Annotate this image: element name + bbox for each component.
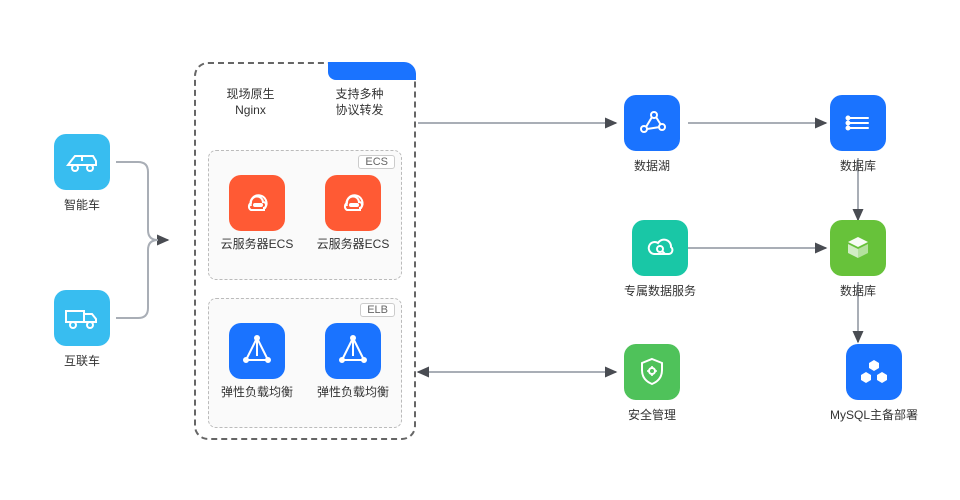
header-right: 支持多种协议转发 xyxy=(335,86,383,118)
center-cluster: 现场原生Nginx 支持多种协议转发 ECS 云服务器ECS xyxy=(194,62,416,440)
cloud-search-icon xyxy=(632,220,688,276)
ecs-icon xyxy=(325,175,381,231)
layers-icon xyxy=(830,95,886,151)
node-dataware: 数据库 xyxy=(830,95,886,174)
node-cloudsvc: 专属数据服务 xyxy=(624,220,696,299)
node-car: 智能车 xyxy=(54,134,110,213)
ecs-tag: ECS xyxy=(358,155,395,169)
ecs-b: 云服务器ECS xyxy=(317,175,390,252)
car-icon xyxy=(54,134,110,190)
truck-label: 互联车 xyxy=(54,352,110,369)
shield-gear-icon xyxy=(624,344,680,400)
cube-icon xyxy=(830,220,886,276)
node-mysql: MySQL主备部署 xyxy=(830,344,918,423)
connectors xyxy=(0,0,960,500)
truck-icon xyxy=(54,290,110,346)
elb-group: ELB 弹性负载均衡 弹性负载均衡 xyxy=(208,298,402,428)
ecs-icon xyxy=(229,175,285,231)
elb-icon xyxy=(229,323,285,379)
elb-tag: ELB xyxy=(360,303,395,317)
cluster-tab xyxy=(328,62,416,80)
node-datalake: 数据湖 xyxy=(624,95,680,174)
node-truck: 互联车 xyxy=(54,290,110,369)
header-left: 现场原生Nginx xyxy=(226,86,274,118)
network-icon xyxy=(624,95,680,151)
hex-cluster-icon xyxy=(846,344,902,400)
elb-icon xyxy=(325,323,381,379)
node-appware: 数据库 xyxy=(830,220,886,299)
ecs-a: 云服务器ECS xyxy=(221,175,294,252)
elb-a: 弹性负载均衡 xyxy=(221,323,293,400)
car-label: 智能车 xyxy=(54,196,110,213)
elb-b: 弹性负载均衡 xyxy=(317,323,389,400)
ecs-group: ECS 云服务器ECS 云服务器ECS xyxy=(208,150,402,280)
node-security: 安全管理 xyxy=(624,344,680,423)
cluster-header: 现场原生Nginx 支持多种协议转发 xyxy=(196,86,414,118)
diagram-stage: 智能车 互联车 现场原生Nginx 支持多种协议转发 ECS xyxy=(0,0,960,500)
